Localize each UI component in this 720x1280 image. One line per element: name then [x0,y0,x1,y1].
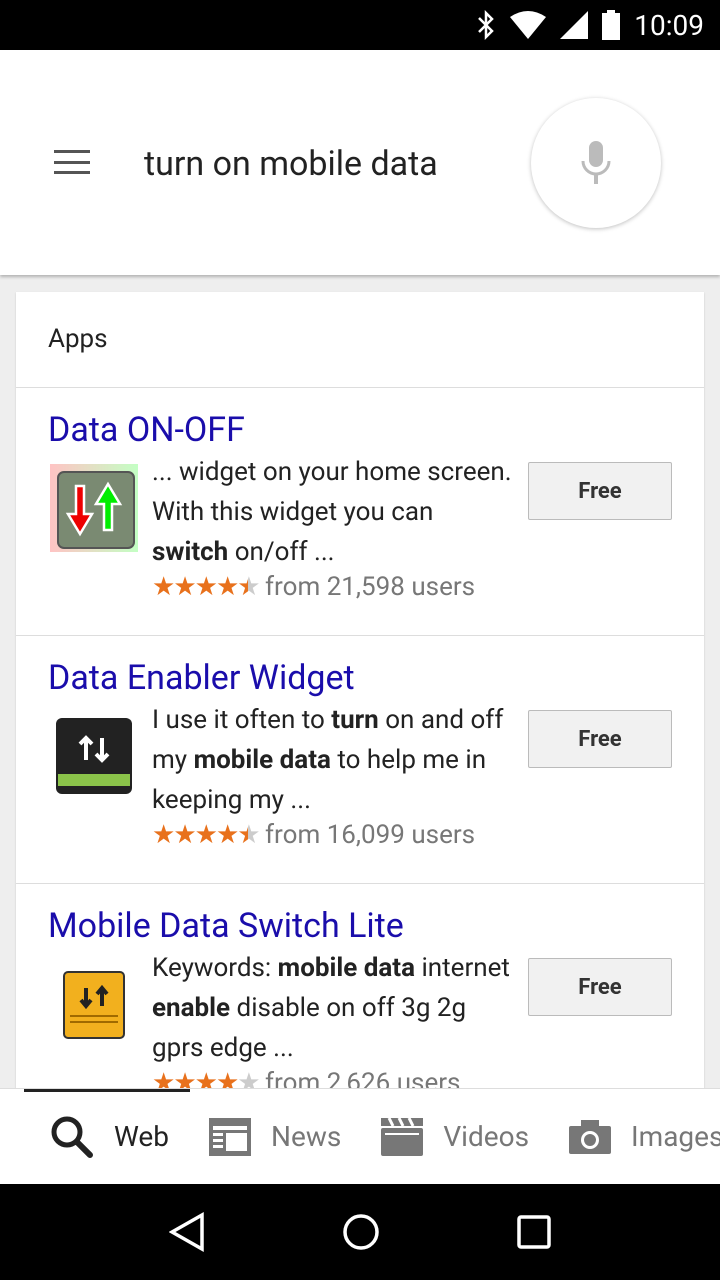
tab-label: Videos [443,1120,530,1153]
app-icon[interactable] [50,712,138,800]
desc-segment: internet [415,953,510,983]
signal-icon [560,11,589,39]
app-rating: ★★★★★ from 16,099 users [152,820,475,850]
star-half-icon: ★ [237,820,260,850]
tab-videos[interactable]: Videos [381,1117,530,1156]
tab-label: Images [631,1120,720,1153]
tab-images[interactable]: Images [569,1119,720,1154]
system-nav-bar [0,1184,720,1280]
desc-segment: enable [152,993,231,1023]
star-icon: ★ [173,572,196,602]
video-icon [381,1117,424,1156]
app-description: ... widget on your home screen. With thi… [152,452,512,572]
star-icon: ★ [215,820,239,850]
clock: 10:09 [634,8,704,42]
desc-segment: mobile data [193,745,331,775]
recents-icon[interactable] [517,1215,552,1249]
tab-label: Web [114,1120,169,1153]
battery-icon [602,10,621,40]
desc-segment: ... widget on your home screen. With thi… [152,457,512,527]
news-icon [209,1117,251,1156]
rating-stars: ★★★★★ [152,572,261,602]
rating-stars: ★★★★★ [152,820,261,850]
tab-label: News [271,1120,342,1153]
star-icon: ★ [215,572,239,602]
app-rating: ★★★★★ from 21,598 users [152,572,475,602]
desc-segment: Keywords: [152,953,278,983]
desc-segment: mobile data [277,953,416,983]
mic-button[interactable] [531,98,661,228]
app-title-link[interactable]: Data Enabler Widget [48,658,355,698]
search-input[interactable]: turn on mobile data [144,144,438,184]
star-half-icon: ★ [237,572,260,602]
free-button[interactable]: Free [528,462,672,520]
app-description: I use it often to turn on and off my mob… [152,700,512,820]
section-title: Apps [16,292,704,388]
free-button[interactable]: Free [528,958,672,1016]
desc-segment: I use it often to [152,705,332,735]
wifi-icon [510,11,547,39]
mic-icon [581,141,611,184]
camera-icon [569,1119,612,1154]
app-title-link[interactable]: Mobile Data Switch Lite [48,906,404,946]
search-icon [51,1116,93,1158]
free-button[interactable]: Free [528,710,672,768]
bluetooth-icon [478,10,495,40]
app-icon[interactable] [50,464,138,552]
star-icon: ★ [173,820,196,850]
search-tabs: Web News Videos Images [0,1088,720,1184]
star-icon: ★ [152,572,175,602]
desc-segment: on/off ... [228,537,335,567]
app-result[interactable]: Data Enabler Widget I use it often to tu… [16,636,704,884]
menu-icon[interactable] [54,150,90,174]
home-icon[interactable] [342,1213,380,1251]
rating-count: from 21,598 users [265,572,476,602]
star-icon: ★ [194,572,218,602]
star-icon: ★ [152,820,175,850]
tab-web[interactable]: Web [50,1115,169,1159]
tab-news[interactable]: News [209,1117,342,1156]
app-icon[interactable] [50,960,138,1048]
active-tab-indicator [24,1089,190,1092]
app-description: Keywords: mobile data internet enable di… [152,948,512,1068]
apps-card: Apps Data ON-OFF ... widget on your home… [16,292,704,1192]
status-bar: 10:09 [0,0,720,50]
rating-count: from 16,099 users [265,820,476,850]
desc-segment: turn [331,705,379,735]
desc-segment: switch [152,537,229,567]
search-header: turn on mobile data [0,50,720,275]
back-icon[interactable] [168,1212,205,1252]
star-icon: ★ [194,820,218,850]
app-result[interactable]: Data ON-OFF ... widget on your home scre… [16,388,704,636]
app-title-link[interactable]: Data ON-OFF [48,410,245,450]
